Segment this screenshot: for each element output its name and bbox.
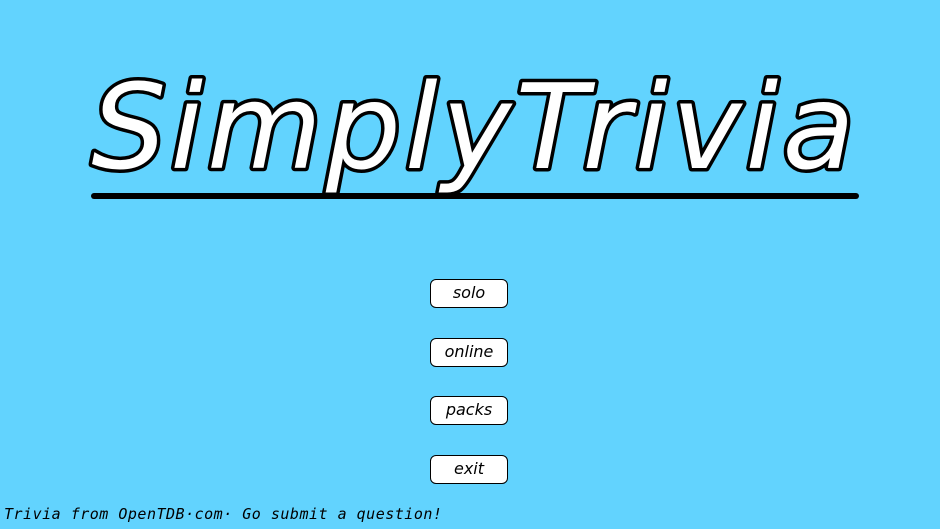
online-button[interactable]: online — [430, 338, 508, 367]
title-screen: SimplyTrivia solo online packs exit Triv… — [0, 0, 940, 529]
packs-button[interactable]: packs — [430, 396, 508, 425]
game-logo-graphic: SimplyTrivia — [88, 60, 859, 200]
exit-button[interactable]: exit — [430, 455, 508, 484]
logo-title-text: SimplyTrivia — [91, 60, 858, 196]
game-logo: SimplyTrivia — [80, 60, 870, 230]
attribution-text: Trivia from OpenTDB·com· Go submit a que… — [4, 505, 443, 523]
solo-button[interactable]: solo — [430, 279, 508, 308]
